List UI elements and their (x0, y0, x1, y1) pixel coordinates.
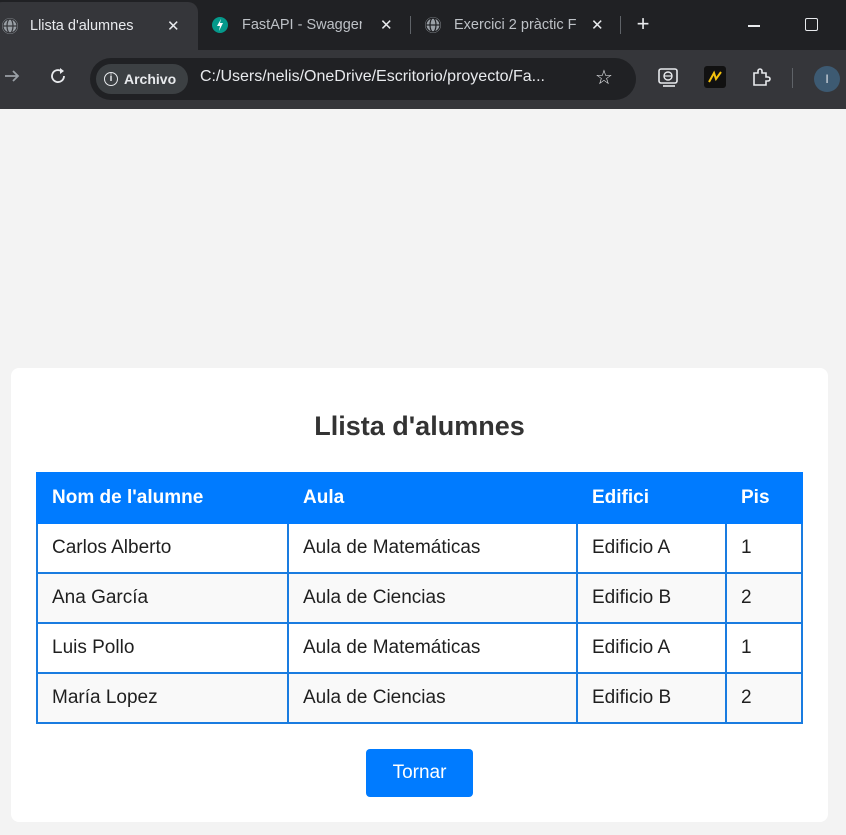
student-name: Luis Pollo (36, 622, 289, 674)
tab-title: Llista d'alumnes (30, 18, 134, 34)
student-pis: 2 (725, 672, 803, 724)
close-icon[interactable]: ✕ (591, 16, 604, 34)
back-button[interactable]: Tornar (366, 749, 473, 797)
url-text[interactable]: C:/Users/nelis/OneDrive/Escritorio/proye… (200, 68, 585, 86)
chip-label: Archivo (124, 71, 177, 87)
student-edifici: Edificio B (576, 572, 727, 624)
info-icon: i (104, 72, 118, 86)
extension-app-icon[interactable] (704, 66, 726, 88)
student-aula: Aula de Ciencias (287, 672, 578, 724)
student-edifici: Edificio B (576, 672, 727, 724)
table-row: Luis Pollo Aula de Matemáticas Edificio … (36, 622, 803, 674)
table-row: Ana García Aula de Ciencias Edificio B 2 (36, 572, 803, 624)
new-tab-button[interactable]: + (633, 12, 653, 36)
tab-fastapi-swagger[interactable]: FastAPI - Swagger ✕ (212, 0, 408, 50)
minimize-icon[interactable] (748, 25, 760, 27)
student-name: María Lopez (36, 672, 289, 724)
close-icon[interactable]: ✕ (167, 17, 180, 35)
tab-title: Exercici 2 pràctic F (454, 17, 576, 33)
table-row: Carlos Alberto Aula de Matemáticas Edifi… (36, 522, 803, 574)
students-card: Llista d'alumnes Nom de l'alumne Aula Ed… (11, 368, 828, 822)
profile-avatar[interactable]: I (814, 66, 840, 92)
table-header-row: Nom de l'alumne Aula Edifici Pis (36, 472, 803, 524)
tab-divider (410, 16, 411, 34)
students-table: Nom de l'alumne Aula Edifici Pis Carlos … (36, 472, 803, 724)
column-header-pis: Pis (725, 472, 803, 524)
toolbar-divider (792, 68, 793, 88)
globe-icon (425, 17, 441, 33)
reload-icon[interactable] (48, 66, 68, 92)
forward-arrow-icon[interactable] (2, 66, 22, 92)
student-aula: Aula de Matemáticas (287, 522, 578, 574)
tab-title: FastAPI - Swagger (242, 17, 362, 33)
student-name: Carlos Alberto (36, 522, 289, 574)
maximize-icon[interactable] (805, 18, 818, 31)
column-header-name: Nom de l'alumne (36, 472, 289, 524)
column-header-aula: Aula (287, 472, 578, 524)
tab-exercici-2[interactable]: Exercici 2 pràctic F ✕ (425, 0, 615, 50)
translate-extension-icon[interactable] (658, 66, 680, 88)
tab-divider (620, 16, 621, 34)
bookmark-star-icon[interactable]: ☆ (595, 65, 613, 90)
student-aula: Aula de Ciencias (287, 572, 578, 624)
table-row: María Lopez Aula de Ciencias Edificio B … (36, 672, 803, 724)
extensions-puzzle-icon[interactable] (750, 66, 772, 88)
tab-llista-alumnes[interactable]: Llista d'alumnes ✕ (0, 2, 198, 50)
student-edifici: Edificio A (576, 522, 727, 574)
student-pis: 1 (725, 622, 803, 674)
student-pis: 2 (725, 572, 803, 624)
student-name: Ana García (36, 572, 289, 624)
student-aula: Aula de Matemáticas (287, 622, 578, 674)
close-icon[interactable]: ✕ (380, 16, 393, 34)
globe-icon (2, 18, 18, 34)
page-title: Llista d'alumnes (314, 411, 525, 441)
fastapi-icon (212, 17, 228, 33)
column-header-edifici: Edifici (576, 472, 727, 524)
student-edifici: Edificio A (576, 622, 727, 674)
site-info-chip[interactable]: i Archivo (96, 64, 188, 94)
student-pis: 1 (725, 522, 803, 574)
